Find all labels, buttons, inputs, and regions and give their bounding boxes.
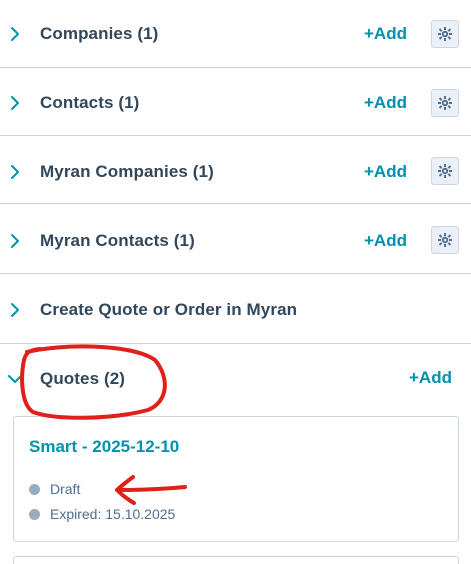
section-myran-companies: Myran Companies (1) +Add — [0, 136, 471, 204]
add-button[interactable]: +Add — [364, 231, 407, 251]
quote-card: Smart - 2025-12-10 Draft Expired: 15.10.… — [13, 416, 459, 542]
section-contacts: Contacts (1) +Add — [0, 68, 471, 136]
chevron-down-icon[interactable] — [6, 370, 24, 388]
section-title[interactable]: Myran Companies (1) — [40, 162, 214, 182]
section-title[interactable]: Quotes (2) — [40, 369, 125, 389]
add-button[interactable]: +Add — [364, 24, 407, 44]
add-button[interactable]: +Add — [364, 93, 407, 113]
section-title[interactable]: Contacts (1) — [40, 93, 139, 113]
add-button[interactable]: +Add — [364, 162, 407, 182]
sidebar-panel: Companies (1) +Add Contacts (1) +Add Myr… — [0, 0, 471, 564]
section-companies: Companies (1) +Add — [0, 0, 471, 68]
quote-title-link[interactable]: Smart - 2025-12-10 — [29, 437, 179, 457]
status-label: Draft — [50, 481, 81, 497]
status-dot-icon — [29, 484, 40, 495]
section-title[interactable]: Create Quote or Order in Myran — [40, 300, 297, 320]
quote-status: Draft — [29, 481, 80, 497]
section-create-quote: Create Quote or Order in Myran — [0, 274, 471, 344]
quote-expiry: Expired: 15.10.2025 — [29, 506, 175, 522]
gear-icon[interactable] — [431, 157, 459, 185]
quote-card — [13, 556, 459, 564]
expiry-label: Expired: 15.10.2025 — [50, 506, 176, 522]
chevron-right-icon[interactable] — [6, 25, 24, 43]
add-button[interactable]: +Add — [409, 368, 452, 388]
chevron-right-icon[interactable] — [6, 301, 24, 319]
gear-icon[interactable] — [431, 89, 459, 117]
section-myran-contacts: Myran Contacts (1) +Add — [0, 205, 471, 274]
chevron-right-icon[interactable] — [6, 163, 24, 181]
status-dot-icon — [29, 509, 40, 520]
chevron-right-icon[interactable] — [6, 232, 24, 250]
gear-icon[interactable] — [431, 226, 459, 254]
section-title[interactable]: Myran Contacts (1) — [40, 231, 195, 251]
gear-icon[interactable] — [431, 20, 459, 48]
chevron-right-icon[interactable] — [6, 94, 24, 112]
section-title[interactable]: Companies (1) — [40, 24, 158, 44]
